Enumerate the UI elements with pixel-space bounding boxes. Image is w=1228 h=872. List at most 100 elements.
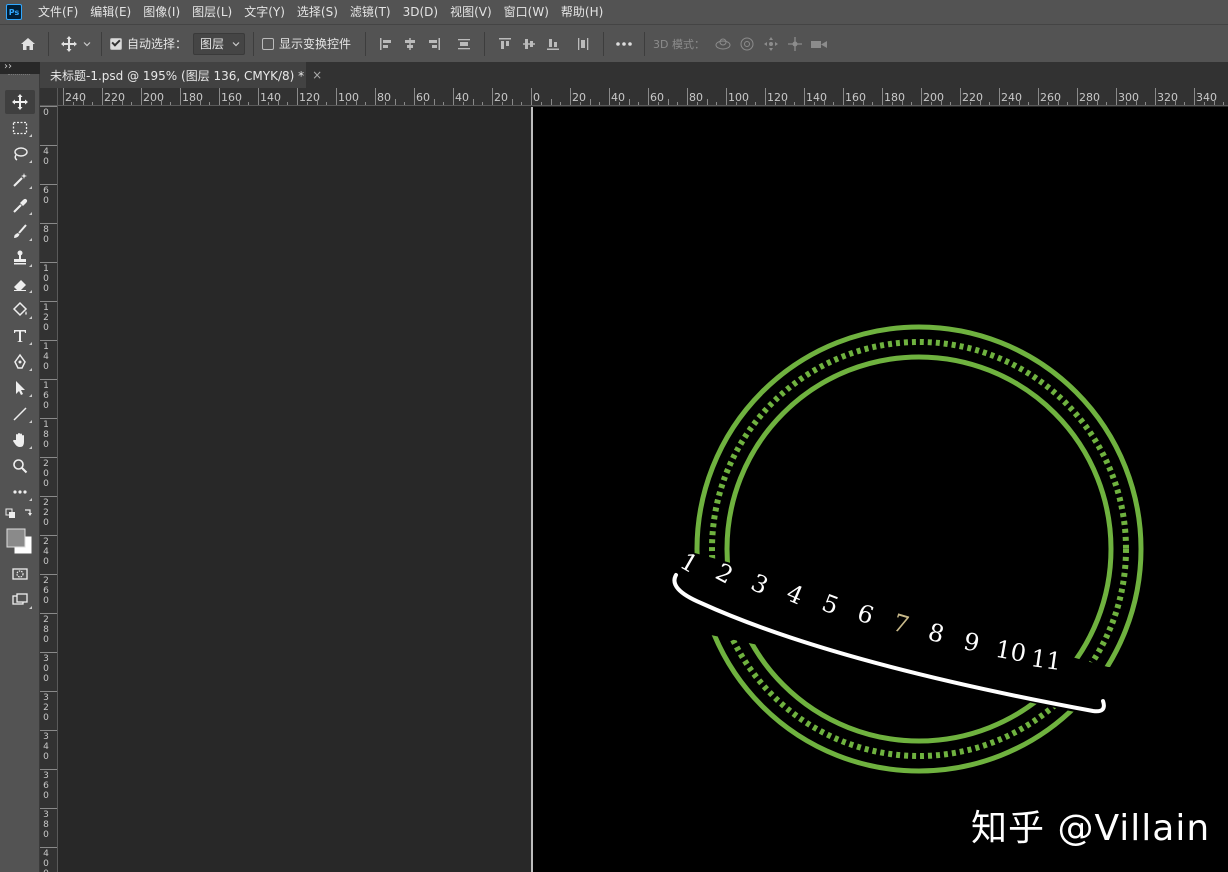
ruler-minor-tick [521, 102, 523, 105]
ruler-minor-tick [267, 102, 269, 105]
menu-select[interactable]: 选择(S) [291, 0, 344, 24]
ruler-tick [40, 184, 57, 185]
distribute-vertical-icon[interactable] [571, 32, 595, 56]
ruler-tick [921, 88, 922, 105]
ruler-tick [40, 652, 57, 653]
screen-mode-icon[interactable] [5, 588, 35, 612]
line-tool-icon[interactable] [5, 402, 35, 426]
more-tools-icon[interactable] [5, 480, 35, 504]
ruler-label: 220 [43, 498, 49, 528]
lasso-tool-icon[interactable] [5, 142, 35, 166]
quick-mask-icon[interactable] [5, 562, 35, 586]
ruler-label: 280 [43, 615, 49, 645]
panel-grip[interactable] [8, 74, 30, 78]
path-selection-tool-icon[interactable] [5, 376, 35, 400]
menu-window[interactable]: 窗口(W) [498, 0, 555, 24]
menu-edit[interactable]: 编辑(E) [84, 0, 137, 24]
ruler-label: 400 [43, 849, 49, 872]
3d-camera-icon[interactable] [807, 32, 831, 56]
paint-bucket-tool-icon[interactable] [5, 298, 35, 322]
eraser-tool-icon[interactable] [5, 272, 35, 296]
vertical-ruler[interactable]: 0 40 60 80 100 120 140 160 180 200 220 240 260 280 300… [40, 106, 58, 872]
align-right-icon[interactable] [422, 32, 446, 56]
move-tool-preset-icon[interactable] [57, 32, 81, 56]
menu-3d[interactable]: 3D(D) [397, 0, 444, 24]
ruler-label: 140 [43, 342, 49, 372]
number-label: 2 [711, 558, 738, 590]
align-left-icon[interactable] [374, 32, 398, 56]
ruler-tick [40, 145, 57, 146]
hand-tool-icon[interactable] [5, 428, 35, 452]
home-icon[interactable] [16, 32, 40, 56]
photoshop-logo: Ps [6, 4, 22, 20]
menu-image[interactable]: 图像(I) [137, 0, 186, 24]
ruler-minor-tick [1135, 99, 1137, 105]
menu-file[interactable]: 文件(F) [32, 0, 84, 24]
chevron-down-icon[interactable] [81, 32, 93, 56]
menu-view[interactable]: 视图(V) [444, 0, 498, 24]
ruler-origin[interactable] [40, 88, 58, 106]
show-transform-checkbox[interactable] [262, 37, 275, 50]
panel-collapse-arrows[interactable]: ›› [0, 62, 40, 74]
auto-select-label: 自动选择： [127, 37, 188, 51]
align-hcenter-icon[interactable] [398, 32, 422, 56]
3d-pan-icon[interactable] [759, 32, 783, 56]
document-tab[interactable]: 未标题-1.psd @ 195% (图层 136, CMYK/8) * × [40, 62, 322, 88]
number-label: 8 [925, 618, 947, 649]
document-canvas[interactable]: 1 2 3 4 5 6 7 8 9 10 11 知乎 @Villain [531, 107, 1228, 872]
ruler-minor-tick [735, 102, 737, 105]
ruler-tick [40, 301, 57, 302]
3d-slide-icon[interactable] [783, 32, 807, 56]
ruler-tick [40, 496, 57, 497]
menu-filter[interactable]: 滤镜(T) [344, 0, 397, 24]
magic-wand-tool-icon[interactable] [5, 168, 35, 192]
eyedropper-tool-icon[interactable] [5, 194, 35, 218]
distribute-icon[interactable] [452, 32, 476, 56]
clone-stamp-tool-icon[interactable] [5, 246, 35, 270]
ruler-minor-tick [540, 102, 542, 105]
menu-help[interactable]: 帮助(H) [555, 0, 609, 24]
ruler-tick [1194, 88, 1195, 105]
brush-tool-icon[interactable] [5, 220, 35, 244]
align-vcenter-icon[interactable] [517, 32, 541, 56]
menu-type[interactable]: 文字(Y) [238, 0, 291, 24]
ruler-minor-tick [443, 102, 445, 105]
ruler-tick [765, 88, 766, 105]
horizontal-ruler[interactable]: 240 220 200 180 160 140 120 100 80 60 40 20 0 20 40 60 8… [58, 88, 1228, 106]
type-tool-icon[interactable] [5, 324, 35, 348]
ruler-minor-tick [287, 102, 289, 105]
color-swatches[interactable] [5, 526, 35, 558]
ruler-minor-tick [248, 102, 250, 105]
align-bottom-icon[interactable] [541, 32, 565, 56]
more-options-icon[interactable] [612, 32, 636, 56]
ruler-minor-tick [872, 102, 874, 105]
ruler-minor-tick [472, 99, 474, 105]
marquee-tool-icon[interactable] [5, 116, 35, 140]
ruler-minor-tick [511, 99, 513, 105]
3d-orbit-icon[interactable] [711, 32, 735, 56]
ruler-minor-tick [384, 102, 386, 105]
swap-colors-icon[interactable] [5, 506, 35, 522]
ruler-tick [141, 88, 142, 105]
ruler-minor-tick [1096, 99, 1098, 105]
auto-select-dropdown[interactable]: 图层 [193, 32, 246, 55]
move-tool-icon[interactable] [5, 90, 35, 114]
ruler-label: 0 [43, 108, 49, 118]
ruler-minor-tick [72, 102, 74, 105]
ruler-minor-tick [706, 99, 708, 105]
3d-roll-icon[interactable] [735, 32, 759, 56]
auto-select-checkbox[interactable] [110, 37, 122, 50]
ruler-minor-tick [852, 102, 854, 105]
ruler-minor-tick [1018, 99, 1020, 105]
zoom-tool-icon[interactable] [5, 454, 35, 478]
ruler-tick [1116, 88, 1117, 105]
ruler-label: 0 [533, 91, 540, 104]
number-label: 4 [782, 579, 807, 611]
menu-layer[interactable]: 图层(L) [186, 0, 238, 24]
ruler-tick [40, 535, 57, 536]
close-icon[interactable]: × [312, 68, 322, 82]
pen-tool-icon[interactable] [5, 350, 35, 374]
document-tab-title: 未标题-1.psd @ 195% (图层 136, CMYK/8) * [50, 68, 305, 83]
ruler-tick [180, 88, 181, 105]
align-top-icon[interactable] [493, 32, 517, 56]
